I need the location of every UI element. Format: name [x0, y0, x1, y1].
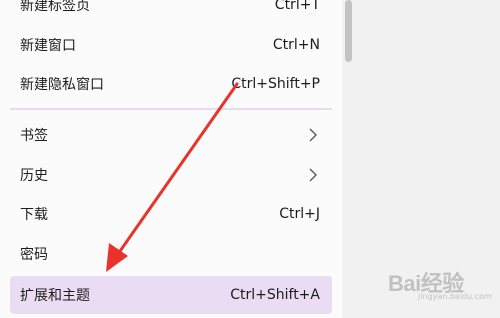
menu-item-label: 新建标签页 [20, 0, 90, 14]
menu-item-new-private-window[interactable]: 新建隐私窗口 Ctrl+Shift+P [10, 65, 332, 103]
chevron-right-icon [309, 128, 317, 142]
menu-item-downloads[interactable]: 下载 Ctrl+J [10, 195, 332, 233]
menu-item-label: 历史 [20, 168, 48, 184]
app-menu: 新建标签页 Ctrl+T 新建窗口 Ctrl+N 新建隐私窗口 Ctrl+Shi… [0, 0, 343, 318]
menu-item-bookmarks[interactable]: 书签 [10, 116, 332, 154]
menu-item-label: 扩展和主题 [20, 288, 90, 304]
chevron-right-icon [309, 168, 317, 182]
menu-item-extensions-themes[interactable]: 扩展和主题 Ctrl+Shift+A [10, 276, 332, 314]
menu-item-shortcut: Ctrl+Shift+P [231, 76, 320, 92]
menu-item-shortcut: Ctrl+Shift+A [230, 287, 320, 303]
menu-item-new-tab[interactable]: 新建标签页 Ctrl+T [10, 0, 332, 24]
baidu-watermark: Bai经验 jingyan.baidu.com [384, 262, 494, 302]
menu-item-label: 下载 [20, 207, 48, 223]
menu-item-shortcut: Ctrl+N [272, 37, 320, 53]
menu-item-label: 书签 [20, 128, 48, 144]
menu-item-label: 密码 [20, 247, 48, 263]
menu-separator [10, 108, 332, 110]
watermark-url: jingyan.baidu.com [418, 292, 492, 301]
menu-item-shortcut: Ctrl+J [279, 206, 320, 222]
browser-menu-screenshot: 新建标签页 Ctrl+T 新建窗口 Ctrl+N 新建隐私窗口 Ctrl+Shi… [0, 0, 500, 318]
menu-item-new-window[interactable]: 新建窗口 Ctrl+N [10, 26, 332, 64]
menu-scrollbar[interactable] [342, 0, 355, 318]
menu-item-label: 新建窗口 [20, 38, 76, 54]
menu-item-shortcut: Ctrl+T [274, 0, 320, 13]
menu-item-passwords[interactable]: 密码 [10, 235, 332, 273]
menu-item-history[interactable]: 历史 [10, 156, 332, 194]
menu-item-label: 新建隐私窗口 [20, 77, 104, 93]
scrollbar-thumb[interactable] [345, 0, 352, 62]
